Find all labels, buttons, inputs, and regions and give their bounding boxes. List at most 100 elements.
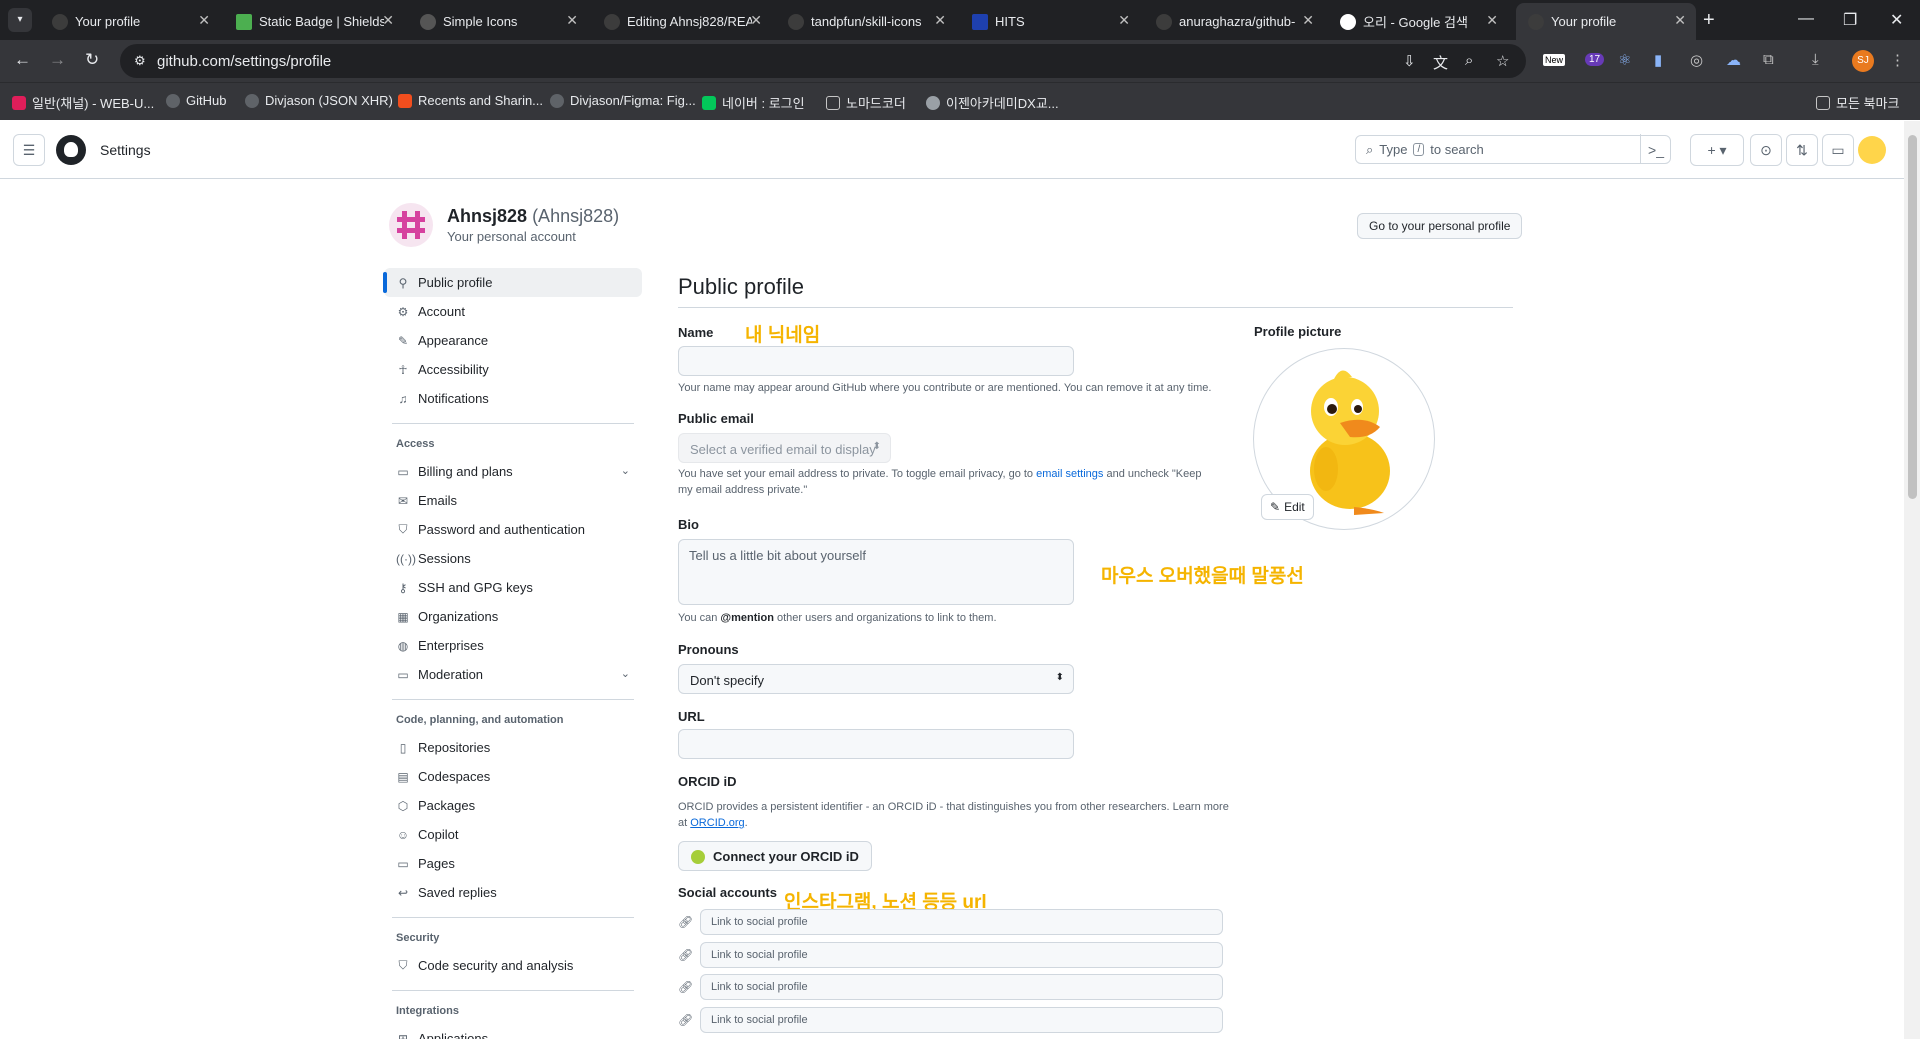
zoom-icon[interactable]: ⌕ xyxy=(1465,52,1473,69)
go-to-profile-button[interactable]: Go to your personal profile xyxy=(1357,213,1523,239)
sidebar-item-moderation[interactable]: ▭ Moderation ⌄ xyxy=(384,660,642,689)
hamburger-menu-icon[interactable]: ☰ xyxy=(13,134,45,166)
user-avatar[interactable] xyxy=(1858,136,1886,164)
all-bookmarks-folder[interactable]: 모든 북마크 xyxy=(1816,93,1899,112)
close-icon[interactable]: ✕ xyxy=(1302,12,1314,29)
browser-profile-avatar[interactable]: SJ xyxy=(1852,50,1874,72)
window-close-icon[interactable]: ✕ xyxy=(1890,10,1903,30)
close-icon[interactable]: ✕ xyxy=(566,12,578,29)
browser-tab[interactable]: Editing Ahnsj828/README ✕ xyxy=(592,3,772,40)
sidebar-item-notifications[interactable]: ♫ Notifications xyxy=(384,384,642,413)
sidebar-item-sessions[interactable]: ((·)) Sessions xyxy=(384,544,642,573)
close-icon[interactable]: ✕ xyxy=(198,12,210,29)
sidebar-item-public-profile[interactable]: ⚲ Public profile xyxy=(383,268,642,297)
close-icon[interactable]: ✕ xyxy=(1674,12,1686,29)
site-info-icon[interactable]: ⚙ xyxy=(134,53,146,69)
issues-icon[interactable]: ⊙ xyxy=(1750,134,1782,166)
minimize-icon[interactable]: — xyxy=(1798,10,1814,28)
restore-icon[interactable]: ❐ xyxy=(1843,10,1857,30)
chevron-down-icon[interactable]: ⌄ xyxy=(621,667,630,680)
bookmark-item[interactable]: 이젠아카데미DX교... xyxy=(926,93,1059,112)
email-settings-link[interactable]: email settings xyxy=(1036,468,1103,480)
browser-tab[interactable]: anuraghazra/github- ✕ xyxy=(1144,3,1324,40)
bookmark-item[interactable]: 네이버 : 로그인 xyxy=(702,93,805,112)
orcid-link[interactable]: ORCID.org xyxy=(690,817,744,829)
new-tab-plus-icon[interactable]: + xyxy=(1703,9,1715,32)
counter-extension-icon[interactable]: 17 xyxy=(1585,53,1605,66)
bookmark-item[interactable]: Divjason (JSON XHR) xyxy=(245,93,393,108)
browser-tab[interactable]: tandpfun/skill-icons ✕ xyxy=(776,3,956,40)
public-email-select[interactable]: Select a verified email to display ⬍ xyxy=(678,433,891,463)
social-link-input[interactable]: Link to social profile xyxy=(700,974,1223,1000)
translate-icon[interactable]: 文 xyxy=(1433,52,1448,73)
docs-extension-icon[interactable]: ▮ xyxy=(1654,51,1662,69)
sidebar-item-accessibility[interactable]: ☥ Accessibility xyxy=(384,355,642,384)
browser-tab[interactable]: Static Badge | Shields.io ✕ xyxy=(224,3,404,40)
close-icon[interactable]: ✕ xyxy=(1118,12,1130,29)
search-input[interactable]: ⌕ Type / to search xyxy=(1355,135,1671,164)
page-scrollbar[interactable] xyxy=(1904,121,1920,1039)
sidebar-item-saved-replies[interactable]: ↩ Saved replies xyxy=(384,878,642,907)
pronouns-select[interactable]: Don't specify ⬍ xyxy=(678,664,1074,694)
connect-orcid-button[interactable]: Connect your ORCID iD xyxy=(678,841,872,871)
name-input[interactable] xyxy=(678,346,1074,376)
social-link-input[interactable]: Link to social profile xyxy=(700,942,1223,968)
sidebar-item-emails[interactable]: ✉ Emails xyxy=(384,486,642,515)
sidebar-item-password[interactable]: ⛉ Password and authentication xyxy=(384,515,642,544)
new-badge-extension-icon[interactable]: New xyxy=(1543,54,1566,66)
reload-icon[interactable]: ↻ xyxy=(85,50,99,70)
bookmark-item[interactable]: GitHub xyxy=(166,93,226,108)
forward-arrow-icon[interactable]: → xyxy=(49,50,66,70)
bookmark-item[interactable]: Divjason/Figma: Fig... xyxy=(550,93,696,108)
sidebar-item-account[interactable]: ⚙ Account xyxy=(384,297,642,326)
edit-avatar-button[interactable]: ✎ Edit xyxy=(1261,494,1314,520)
scrollbar-thumb[interactable] xyxy=(1908,135,1917,499)
github-logo-icon[interactable] xyxy=(56,135,86,165)
bookmark-star-icon[interactable]: ☆ xyxy=(1496,52,1509,70)
install-app-icon[interactable]: ⇩ xyxy=(1403,52,1416,70)
bookmark-item[interactable]: 노마드코더 xyxy=(826,93,906,112)
sidebar-item-copilot[interactable]: ☺ Copilot xyxy=(384,820,642,849)
browser-tab[interactable]: 오리 - Google 검색 ✕ xyxy=(1328,3,1508,40)
sidebar-item-enterprises[interactable]: ◍ Enterprises xyxy=(384,631,642,660)
kebab-menu-icon[interactable]: ⋮ xyxy=(1890,51,1905,69)
social-link-input[interactable]: Link to social profile xyxy=(700,1007,1223,1033)
bookmark-item[interactable]: 일반(채널) - WEB-U... xyxy=(12,93,154,112)
inbox-icon[interactable]: ▭ xyxy=(1822,134,1854,166)
url-input[interactable] xyxy=(678,729,1074,759)
address-bar[interactable]: ⚙ github.com/settings/profile ⇩ 文 ⌕ ☆ xyxy=(120,44,1526,78)
sidebar-item-pages[interactable]: ▭ Pages xyxy=(384,849,642,878)
bio-textarea[interactable]: Tell us a little bit about yourself xyxy=(678,539,1074,605)
browser-tab[interactable]: HITS ✕ xyxy=(960,3,1140,40)
close-icon[interactable]: ✕ xyxy=(750,12,762,29)
sidebar-item-packages[interactable]: ⬡ Packages xyxy=(384,791,642,820)
extensions-puzzle-icon[interactable]: ⧉ xyxy=(1763,51,1774,68)
close-icon[interactable]: ✕ xyxy=(934,12,946,29)
chevron-down-icon[interactable]: ⌄ xyxy=(621,464,630,477)
sidebar-item-ssh-keys[interactable]: ⚷ SSH and GPG keys xyxy=(384,573,642,602)
create-new-button[interactable]: + ▾ xyxy=(1690,134,1744,166)
sidebar-item-repositories[interactable]: ▯ Repositories xyxy=(384,733,642,762)
close-icon[interactable]: ✕ xyxy=(382,12,394,29)
sidebar-item-appearance[interactable]: ✎ Appearance xyxy=(384,326,642,355)
cloud-extension-icon[interactable]: ☁ xyxy=(1726,51,1741,69)
sidebar-item-codespaces[interactable]: ▤ Codespaces xyxy=(384,762,642,791)
close-icon[interactable]: ✕ xyxy=(1486,12,1498,29)
sidebar-item-code-security[interactable]: ⛉ Code security and analysis xyxy=(384,951,642,980)
pull-requests-icon[interactable]: ⇅ xyxy=(1786,134,1818,166)
social-link-input[interactable]: Link to social profile xyxy=(700,909,1223,935)
sidebar-item-applications[interactable]: ⊞ Applications xyxy=(384,1024,642,1039)
bookmark-item[interactable]: Recents and Sharin... xyxy=(398,93,543,108)
react-devtools-icon[interactable]: ⚛ xyxy=(1618,51,1631,69)
target-extension-icon[interactable]: ◎ xyxy=(1690,51,1703,69)
browser-tab[interactable]: Your profile ✕ xyxy=(40,3,220,40)
command-palette-icon[interactable]: >_ xyxy=(1640,134,1672,166)
tab-search-button[interactable]: ▾ xyxy=(8,8,32,32)
sidebar-item-billing[interactable]: ▭ Billing and plans ⌄ xyxy=(384,457,642,486)
back-arrow-icon[interactable]: ← xyxy=(14,50,31,70)
sidebar-item-organizations[interactable]: ▦ Organizations xyxy=(384,602,642,631)
address-url[interactable]: github.com/settings/profile xyxy=(157,53,331,70)
browser-tab-active[interactable]: Your profile ✕ xyxy=(1516,3,1696,40)
header-context-title[interactable]: Settings xyxy=(100,142,151,158)
download-icon[interactable]: ⤓ xyxy=(1812,51,1819,68)
